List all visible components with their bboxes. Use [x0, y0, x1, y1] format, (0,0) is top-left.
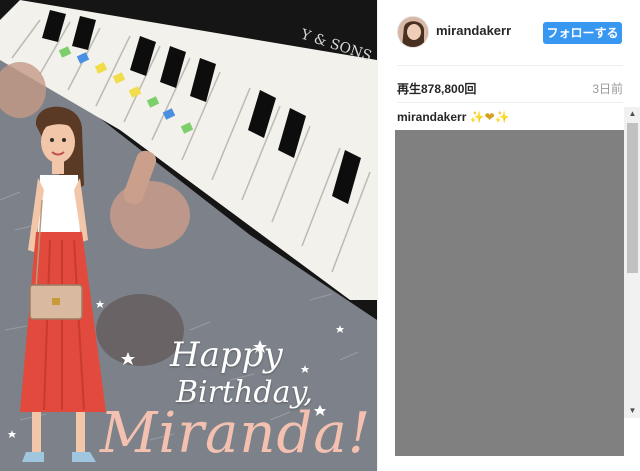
- scroll-up-icon[interactable]: ▲: [624, 107, 640, 121]
- caption-username-link[interactable]: mirandakerr: [397, 110, 466, 124]
- follow-button[interactable]: フォローする: [543, 22, 622, 44]
- post-header: mirandakerr フォローする: [378, 0, 640, 64]
- comments-placeholder: [395, 130, 624, 456]
- video-media[interactable]: Y & SONS Happy Birthday, Miranda!: [0, 0, 377, 471]
- scroll-down-icon[interactable]: ▼: [624, 404, 640, 418]
- post-side-panel: mirandakerr フォローする 再生878,800回 3日前 mirand…: [377, 0, 640, 471]
- caption: mirandakerr ✨❤✨: [397, 110, 510, 124]
- avatar[interactable]: [397, 16, 429, 48]
- caption-text: ✨❤✨: [469, 110, 510, 124]
- view-count: 再生878,800回: [397, 82, 477, 96]
- happy-text: Happy: [170, 335, 283, 375]
- username-link[interactable]: mirandakerr: [436, 23, 511, 38]
- divider: [397, 65, 623, 66]
- post-time[interactable]: 3日前: [592, 80, 623, 97]
- divider: [397, 102, 623, 103]
- comments-scrollbar[interactable]: ▲ ▼: [624, 107, 640, 418]
- scrollbar-thumb[interactable]: [627, 123, 638, 273]
- birthday-name-text: Miranda!: [100, 401, 372, 466]
- profile-photo-icon: [398, 17, 428, 47]
